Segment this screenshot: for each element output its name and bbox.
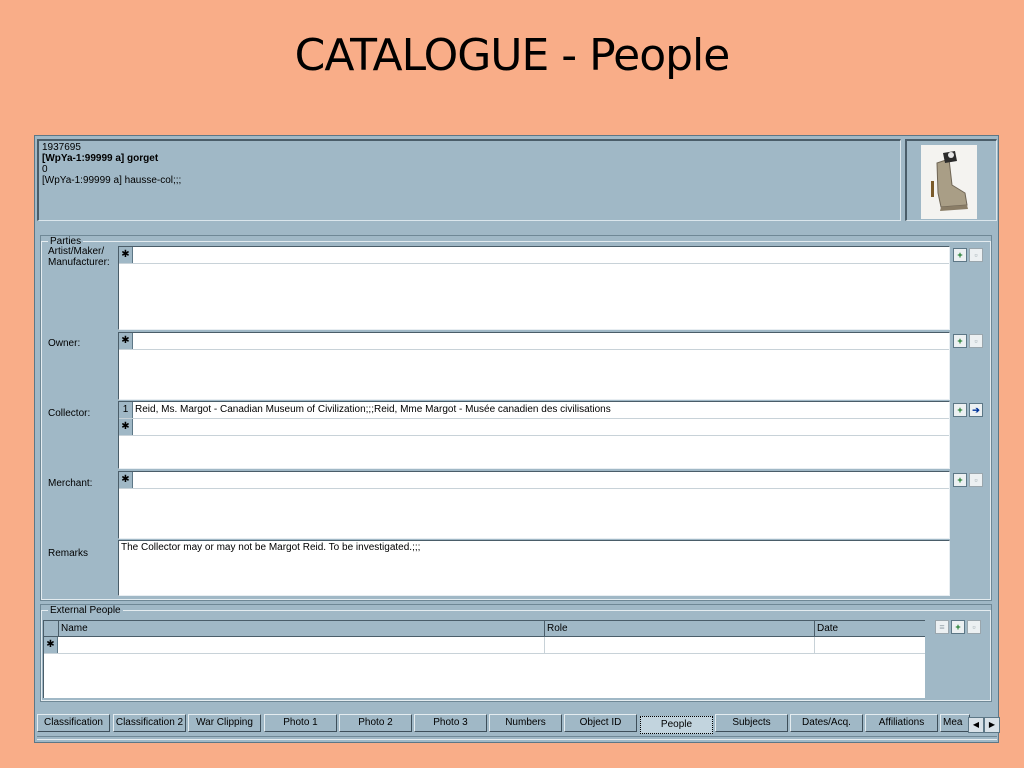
owner-label: Owner: — [48, 338, 81, 349]
row-number: 1 — [119, 402, 133, 418]
add-record-icon[interactable]: + — [953, 334, 967, 348]
tab-photo-2[interactable]: Photo 2 — [339, 714, 412, 732]
collector-list[interactable]: 1 Reid, Ms. Margot - Canadian Museum of … — [118, 401, 950, 469]
owner-list[interactable]: ✱ — [118, 332, 950, 400]
remarks-label: Remarks — [48, 548, 89, 559]
column-header-name[interactable]: Name — [58, 621, 544, 637]
add-record-icon[interactable]: + — [953, 248, 967, 262]
scroll-left-icon[interactable]: ◀ — [968, 717, 984, 733]
record-header: 1937695 [WpYa-1:99999 a] gorget 0 [WpYa-… — [37, 139, 901, 221]
new-row-marker: ✱ — [44, 637, 58, 653]
record-zero: 0 — [42, 164, 48, 175]
record-id: 1937695 — [42, 142, 81, 153]
new-row-marker: ✱ — [119, 472, 133, 488]
scroll-right-icon[interactable]: ▶ — [984, 717, 1000, 733]
tab-war-clipping[interactable]: War Clipping — [188, 714, 261, 732]
new-row-marker: ✱ — [119, 333, 133, 349]
object-photo — [921, 145, 977, 219]
cell-divider — [544, 637, 545, 654]
column-header-date[interactable]: Date — [814, 621, 926, 637]
artist-label: Artist/Maker/ Manufacturer: — [48, 246, 110, 268]
add-record-icon[interactable]: + — [953, 473, 967, 487]
catalogue-window: 1937695 [WpYa-1:99999 a] gorget 0 [WpYa-… — [34, 135, 1000, 743]
new-row-marker: ✱ — [119, 419, 133, 435]
new-row[interactable]: ✱ — [44, 637, 925, 654]
remarks-field[interactable]: The Collector may or may not be Margot R… — [118, 540, 950, 596]
new-row[interactable]: ✱ — [119, 333, 949, 350]
object-thumbnail[interactable] — [905, 139, 997, 221]
edit-record-icon[interactable]: ▫ — [967, 620, 981, 634]
collector-value[interactable]: Reid, Ms. Margot - Canadian Museum of Ci… — [135, 402, 611, 418]
tab-classification[interactable]: Classification — [37, 714, 110, 732]
add-record-icon[interactable]: + — [951, 620, 965, 634]
collector-label: Collector: — [48, 408, 91, 419]
tab-photo-3[interactable]: Photo 3 — [414, 714, 487, 732]
tab-dates-acq[interactable]: Dates/Acq. — [790, 714, 863, 732]
new-row[interactable]: ✱ — [119, 472, 949, 489]
external-people-table[interactable]: Name Role Date ✱ — [43, 620, 925, 698]
tab-classification-2[interactable]: Classification 2 — [113, 714, 186, 732]
cell-divider — [814, 637, 815, 654]
tab-photo-1[interactable]: Photo 1 — [264, 714, 337, 732]
merchant-label: Merchant: — [48, 478, 93, 489]
edit-record-icon[interactable]: ▫ — [969, 473, 983, 487]
merchant-list[interactable]: ✱ — [118, 471, 950, 539]
edit-record-icon[interactable]: ▫ — [969, 334, 983, 348]
new-row-marker: ✱ — [119, 247, 133, 263]
new-row[interactable]: ✱ — [119, 247, 949, 264]
tab-strip: Classification Classification 2 War Clip… — [37, 714, 1000, 734]
add-record-icon[interactable]: + — [953, 403, 967, 417]
slide-title: CATALOGUE - People — [294, 30, 731, 81]
collector-row[interactable]: 1 Reid, Ms. Margot - Canadian Museum of … — [119, 402, 949, 419]
status-divider — [37, 736, 997, 740]
new-row[interactable]: ✱ — [119, 419, 949, 436]
tab-affiliations[interactable]: Affiliations — [865, 714, 938, 732]
record-name-en: [WpYa-1:99999 a] gorget — [42, 153, 159, 164]
column-header-role[interactable]: Role — [544, 621, 814, 637]
tab-numbers[interactable]: Numbers — [489, 714, 562, 732]
table-header: Name Role Date — [44, 621, 925, 637]
tab-object-id[interactable]: Object ID — [564, 714, 637, 732]
list-icon[interactable]: ≡ — [935, 620, 949, 634]
edit-record-icon[interactable]: ▫ — [969, 248, 983, 262]
tab-people[interactable]: People — [640, 716, 713, 734]
artist-list[interactable]: ✱ — [118, 246, 950, 330]
external-people-legend: External People — [50, 605, 121, 616]
tab-subjects[interactable]: Subjects — [715, 714, 788, 732]
goto-record-icon[interactable]: ➔ — [969, 403, 983, 417]
tab-mea[interactable]: Mea — [940, 714, 970, 732]
record-name-fr: [WpYa-1:99999 a] hausse-col;;; — [42, 175, 182, 186]
